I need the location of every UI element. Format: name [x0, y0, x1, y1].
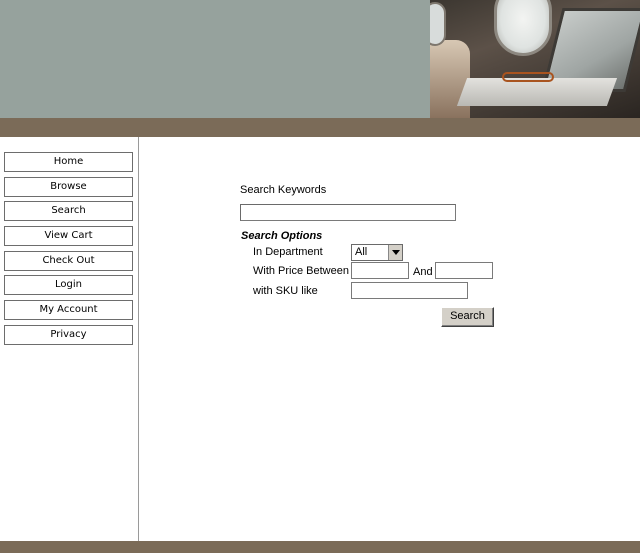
keywords-input[interactable] — [240, 204, 456, 221]
window-shape — [430, 2, 446, 46]
footer-band — [0, 541, 640, 553]
nav-login-button[interactable]: Login — [4, 275, 133, 296]
price-max-input[interactable] — [435, 262, 493, 279]
department-select[interactable]: All — [351, 244, 403, 261]
search-submit-button[interactable]: Search — [441, 307, 494, 327]
laptop-base-shape — [456, 78, 618, 106]
nav-browse-button[interactable]: Browse — [4, 176, 133, 197]
sku-input[interactable] — [351, 282, 468, 299]
chevron-down-icon[interactable] — [388, 245, 402, 260]
sidebar-nav: Home Browse Search View Cart Check Out L… — [4, 152, 133, 350]
airplane-window-shape — [494, 0, 552, 56]
sidebar-divider — [138, 137, 139, 541]
nav-my-account-button[interactable]: My Account — [4, 300, 133, 321]
nav-privacy-button[interactable]: Privacy — [4, 324, 133, 345]
nav-home-button[interactable]: Home — [4, 152, 133, 172]
sku-label: with SKU like — [253, 285, 318, 297]
department-label: In Department — [253, 246, 323, 258]
glasses-shape — [502, 72, 554, 82]
keywords-label: Search Keywords — [240, 184, 327, 196]
and-label: And — [413, 266, 433, 278]
price-min-input[interactable] — [351, 262, 409, 279]
banner-photo — [430, 0, 640, 118]
department-select-value: All — [355, 246, 368, 258]
header-band — [0, 118, 640, 137]
seat-shape — [430, 40, 470, 118]
nav-view-cart-button[interactable]: View Cart — [4, 226, 133, 247]
nav-search-button[interactable]: Search — [4, 201, 133, 222]
price-between-label: With Price Between — [253, 265, 349, 277]
header-banner — [0, 0, 640, 118]
search-options-heading: Search Options — [241, 230, 323, 242]
nav-check-out-button[interactable]: Check Out — [4, 250, 133, 271]
